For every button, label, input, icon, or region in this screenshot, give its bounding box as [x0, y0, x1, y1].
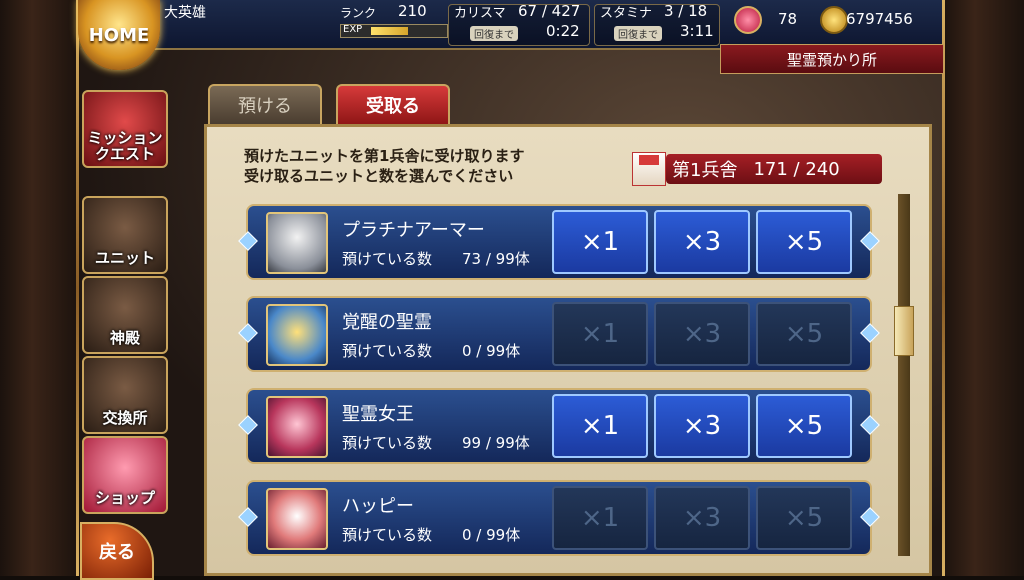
side-item-unit[interactable]: ユニット [82, 196, 168, 274]
side-item-shop[interactable]: ショップ [82, 436, 168, 514]
unit-portrait [266, 304, 328, 366]
instructions: 預けたユニットを第1兵舎に受け取ります 受け取るユニットと数を選んでください [244, 146, 524, 186]
scrollbar-track[interactable] [898, 194, 910, 556]
crystal-count: 78 [778, 10, 798, 28]
location-banner: 聖霊預かり所 [720, 44, 944, 74]
crystal-icon [734, 6, 762, 34]
receive-x1-button[interactable]: ×1 [552, 394, 648, 458]
side-item-temple[interactable]: 神殿 [82, 276, 168, 354]
charisma-recover-time: 0:22 [546, 22, 580, 40]
unit-portrait [266, 396, 328, 458]
held-count: 99 / 99体 [462, 434, 530, 452]
exp-bar: EXP [340, 24, 448, 38]
receive-x3-button[interactable]: ×3 [654, 394, 750, 458]
rank-label: ランク [340, 6, 377, 20]
unit-name: プラチナアーマー [342, 220, 485, 241]
stamina-label: スタミナ [600, 6, 653, 21]
barracks-name: 第1兵舎 [672, 160, 738, 181]
held-label: 預けている数 [342, 526, 433, 544]
unit-name: 聖霊女王 [342, 404, 414, 425]
receive-x3-button[interactable]: ×3 [654, 486, 750, 550]
receive-x3-button[interactable]: ×3 [654, 210, 750, 274]
charisma-label: カリスマ [454, 6, 506, 21]
exp-fill [371, 27, 408, 35]
barracks-capacity: 第1兵舎 171 / 240 [666, 154, 882, 184]
unit-name: ハッピー [342, 496, 414, 517]
stamina-recover-time: 3:11 [680, 22, 714, 40]
unit-name: 覚醒の聖霊 [342, 312, 432, 333]
left-frame [0, 0, 80, 576]
frame-divider-left [76, 0, 79, 576]
scrollbar-thumb[interactable] [894, 306, 914, 356]
instruction-line-1: 預けたユニットを第1兵舎に受け取ります [244, 147, 525, 165]
receive-x5-button[interactable]: ×5 [756, 486, 852, 550]
tab-deposit[interactable]: 預ける [208, 84, 322, 124]
held-label: 預けている数 [342, 342, 433, 360]
receive-x5-button[interactable]: ×5 [756, 210, 852, 274]
held-count: 0 / 99体 [462, 526, 521, 544]
stamina-recover-label: 回復まで [614, 26, 662, 41]
side-item-exchange[interactable]: 交換所 [82, 356, 168, 434]
held-count: 73 / 99体 [462, 250, 530, 268]
right-frame [942, 0, 1024, 576]
frame-divider-right [942, 0, 945, 576]
rank-value: 210 [398, 2, 427, 20]
held-label: 預けている数 [342, 434, 433, 452]
charisma-value: 67 / 427 [518, 2, 581, 20]
player-name: 大英雄 [164, 5, 206, 21]
receive-x1-button[interactable]: ×1 [552, 486, 648, 550]
receive-x1-button[interactable]: ×1 [552, 302, 648, 366]
receive-x5-button[interactable]: ×5 [756, 394, 852, 458]
stamina-value: 3 / 18 [664, 2, 708, 20]
unit-portrait [266, 212, 328, 274]
barracks-count: 171 / 240 [753, 158, 840, 180]
unit-row-spirit-queen: 聖霊女王 預けている数 99 / 99体 ×1 ×3 ×5 [238, 388, 880, 464]
barracks-icon [632, 152, 666, 186]
gold-coin-icon [820, 6, 848, 34]
tab-receive[interactable]: 受取る [336, 84, 450, 124]
unit-portrait [266, 488, 328, 550]
held-count: 0 / 99体 [462, 342, 521, 360]
receive-x1-button[interactable]: ×1 [552, 210, 648, 274]
held-label: 預けている数 [342, 250, 433, 268]
unit-row-platinum-armor: プラチナアーマー 預けている数 73 / 99体 ×1 ×3 ×5 [238, 204, 880, 280]
instruction-line-2: 受け取るユニットと数を選んでください [244, 167, 514, 185]
gold-count: 6797456 [846, 10, 913, 28]
receive-x3-button[interactable]: ×3 [654, 302, 750, 366]
receive-x5-button[interactable]: ×5 [756, 302, 852, 366]
unit-row-awakened-spirit: 覚醒の聖霊 預けている数 0 / 99体 ×1 ×3 ×5 [238, 296, 880, 372]
unit-row-happy: ハッピー 預けている数 0 / 99体 ×1 ×3 ×5 [238, 480, 880, 556]
exp-label: EXP [343, 24, 363, 35]
side-item-mission-quest[interactable]: ミッション クエスト [82, 90, 168, 168]
charisma-recover-label: 回復まで [470, 26, 518, 41]
